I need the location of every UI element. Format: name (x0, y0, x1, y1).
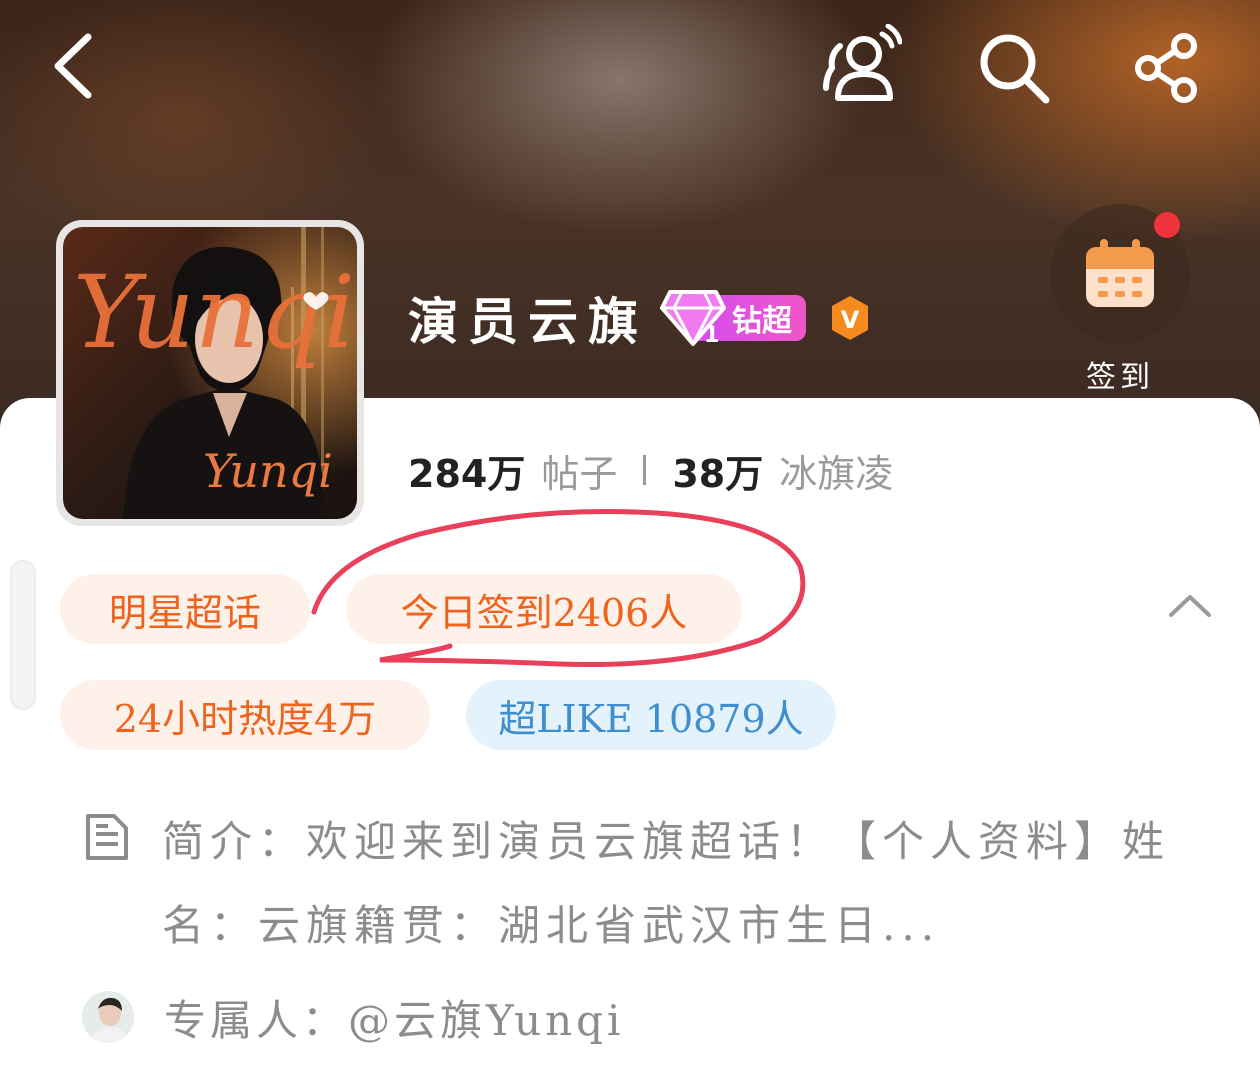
back-button[interactable] (40, 28, 104, 104)
owner-row[interactable]: 专属人：@云旗Yunqi (82, 982, 625, 1052)
search-icon (980, 34, 1050, 104)
stats-row: 284万 帖子 38万 冰旗凌 (408, 442, 893, 498)
posts-label: 帖子 (541, 451, 618, 496)
chevron-up-icon (1169, 595, 1211, 617)
tag-today-checkin[interactable]: 今日签到2406人 (346, 574, 742, 644)
tag-star-topic[interactable]: 明星超话 (60, 574, 310, 644)
document-icon (86, 814, 128, 860)
share-button[interactable] (1126, 26, 1210, 110)
topic-title: 演员云旗 (408, 292, 648, 351)
calendar-icon (1086, 239, 1154, 307)
verified-letter: V (841, 306, 860, 334)
intro-section[interactable]: 简介：欢迎来到演员云旗超话！【个人资料】姓名：云旗籍贯：湖北省武汉市生日... (84, 800, 1184, 968)
owner-avatar (82, 991, 134, 1043)
owner-text: 专属人：@云旗Yunqi (164, 995, 625, 1045)
verified-v-icon: V (832, 296, 868, 340)
chevron-left-icon (54, 33, 92, 99)
notification-dot (1154, 212, 1180, 238)
avatar-script-top: Yunqi (73, 254, 355, 371)
topic-people-button[interactable] (818, 24, 902, 108)
tag-super-like[interactable]: 超LIKE 10879人 (466, 680, 836, 750)
posts-count: 284万 (408, 451, 526, 496)
tag-heat-24h[interactable]: 24小时热度4万 (60, 680, 430, 750)
avatar-image: Yunqi Yunqi (63, 227, 357, 519)
diamond-icon: 1 (660, 290, 726, 348)
fans-label: 冰旗凌 (779, 451, 894, 496)
checkin-label[interactable]: 签到 (1080, 352, 1160, 396)
title-row: 演员云旗 1 钻超 V (408, 280, 872, 356)
checkin-button[interactable] (1050, 204, 1190, 344)
badge-level: 1 (704, 323, 719, 348)
stats-divider (643, 455, 647, 485)
diamond-super-badge[interactable]: 1 钻超 (660, 290, 806, 348)
avatar-script-bottom: Yunqi (203, 444, 333, 498)
collapse-button[interactable] (1160, 580, 1220, 630)
scroll-indicator[interactable] (10, 560, 36, 710)
search-button[interactable] (972, 26, 1056, 110)
intro-text: 简介：欢迎来到演员云旗超话！【个人资料】姓名：云旗籍贯：湖北省武汉市生日... (162, 817, 1171, 950)
fans-count: 38万 (672, 451, 764, 496)
topic-avatar[interactable]: Yunqi Yunqi (56, 220, 364, 526)
people-topic-icon (823, 24, 902, 101)
share-icon (1135, 33, 1197, 103)
